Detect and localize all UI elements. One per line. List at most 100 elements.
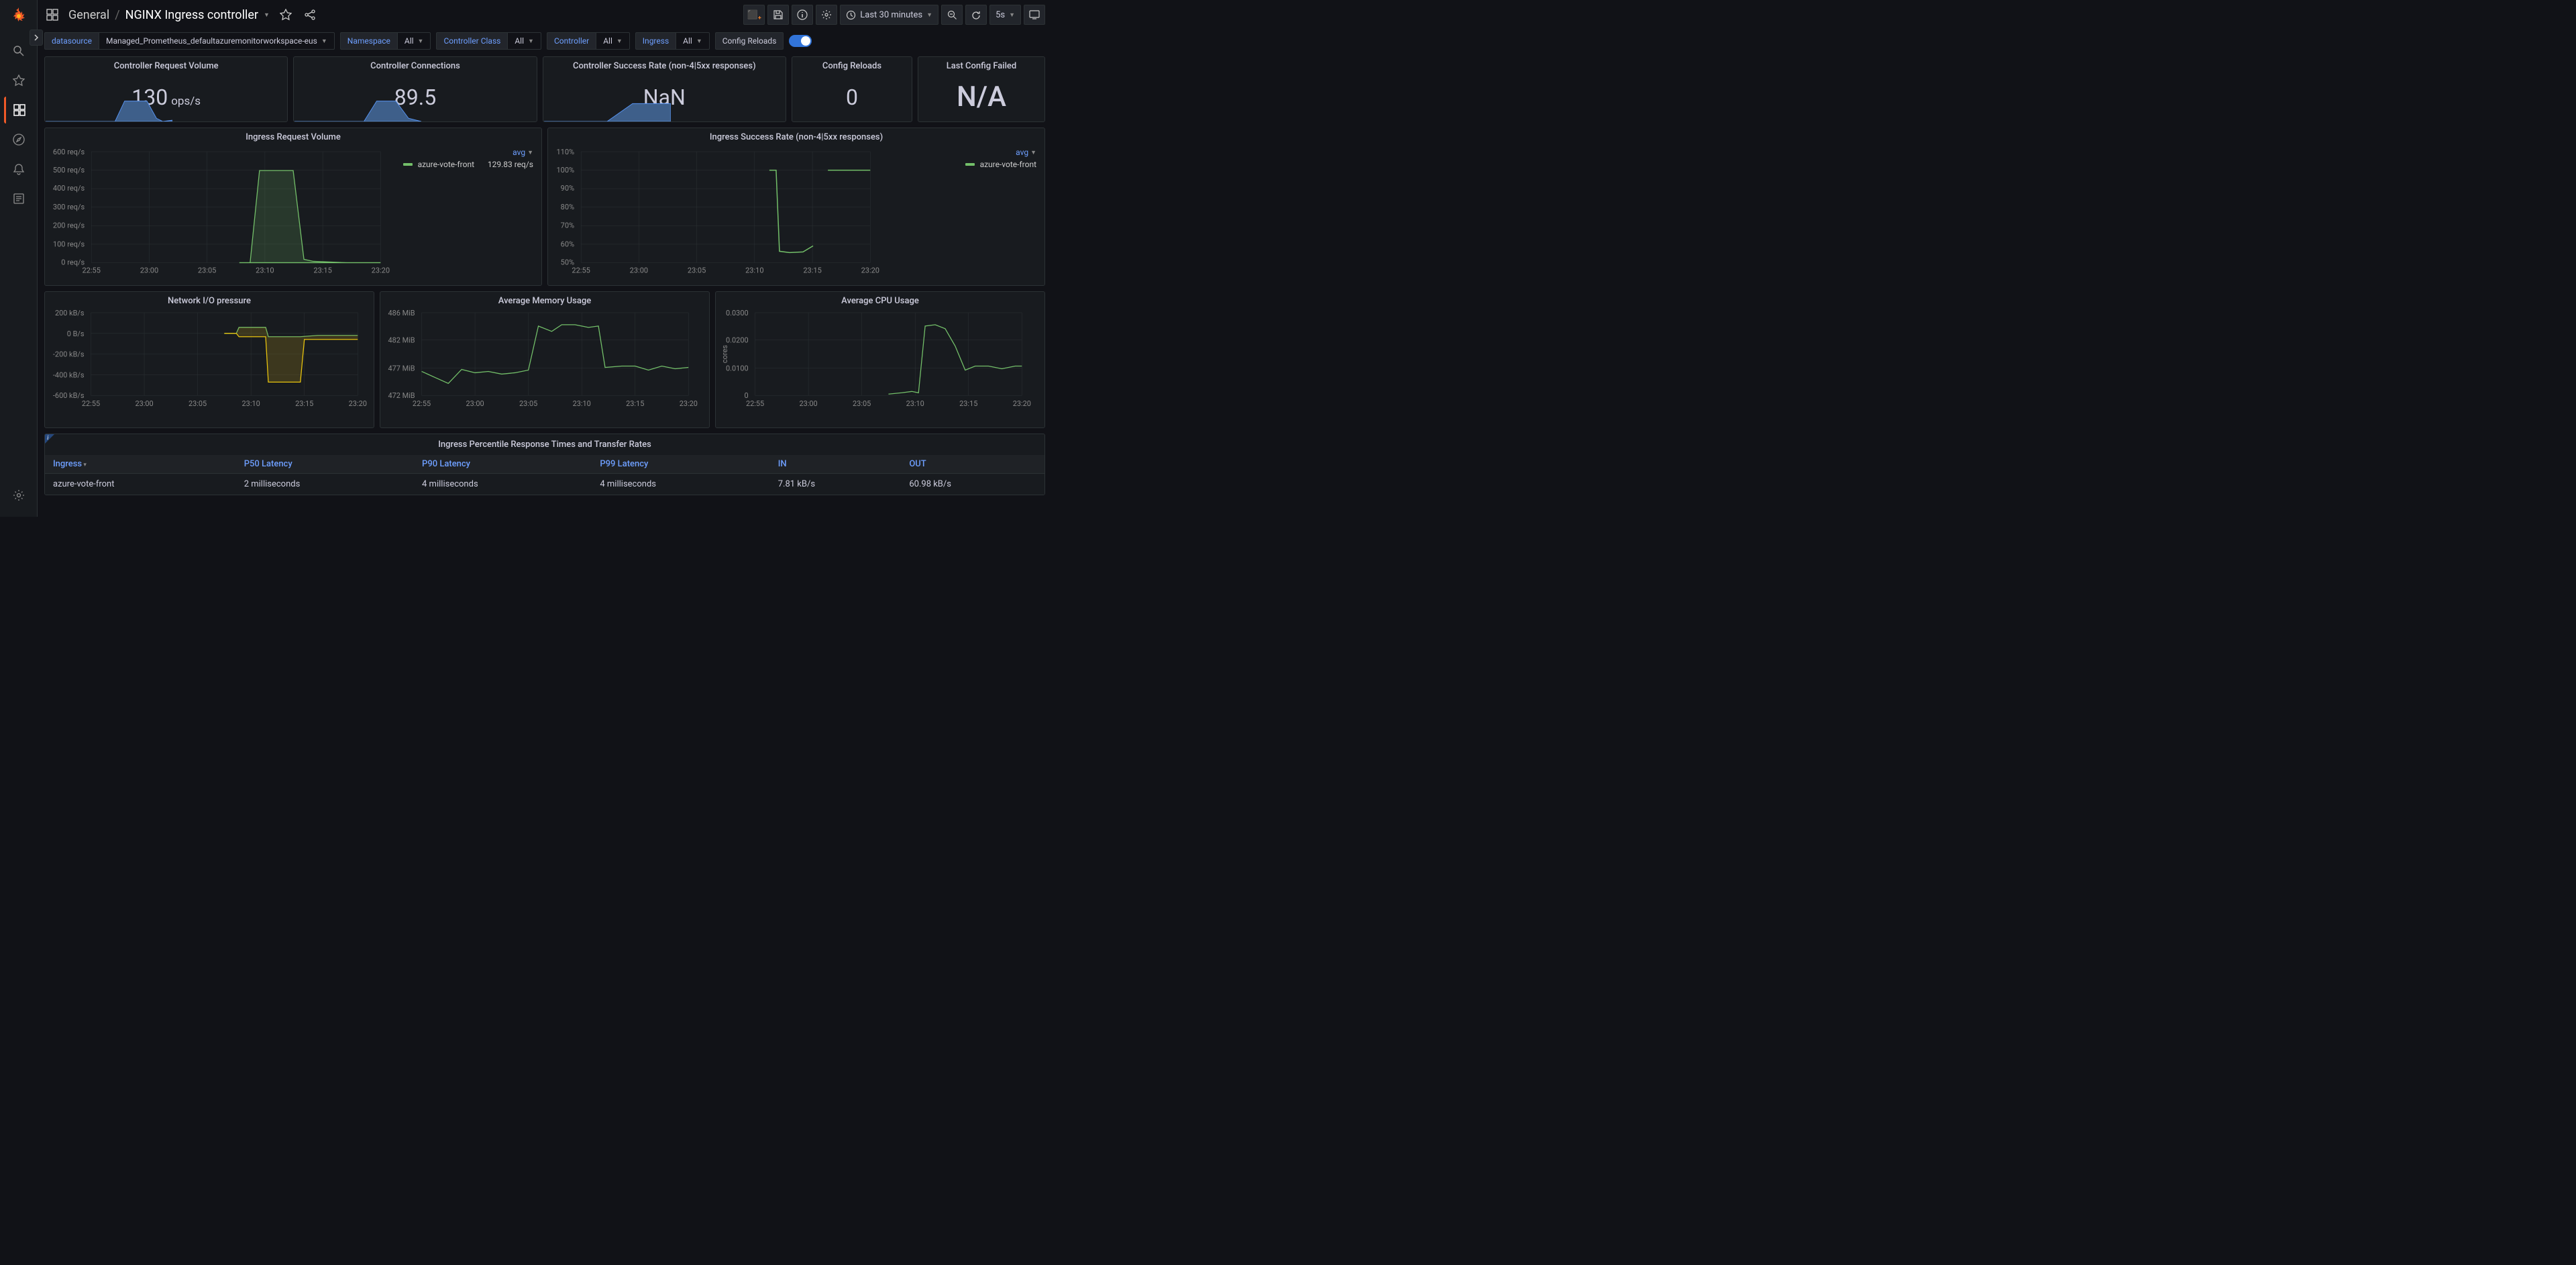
chevron-down-icon: ▼ bbox=[418, 38, 424, 45]
panel-controller-request-volume[interactable]: Controller Request Volume 130 ops/s bbox=[44, 56, 288, 122]
svg-text:80%: 80% bbox=[561, 203, 574, 211]
grafana-logo[interactable] bbox=[9, 7, 28, 26]
panel-last-config-failed[interactable]: Last Config Failed N/A bbox=[918, 56, 1045, 122]
add-panel-icon: ⬛₊ bbox=[747, 10, 761, 20]
svg-text:22:55: 22:55 bbox=[82, 266, 100, 275]
legend-swatch bbox=[965, 163, 975, 166]
nav-explore[interactable] bbox=[5, 126, 32, 153]
nav-dashboards[interactable] bbox=[4, 97, 31, 123]
svg-text:23:20: 23:20 bbox=[372, 266, 390, 275]
chevron-down-icon: ▼ bbox=[528, 38, 534, 45]
refresh-button[interactable] bbox=[965, 5, 987, 25]
legend-series-name[interactable]: azure-vote-front bbox=[418, 160, 474, 169]
svg-text:23:05: 23:05 bbox=[189, 399, 207, 408]
svg-text:22:55: 22:55 bbox=[746, 399, 764, 408]
panel-ingress-table[interactable]: i Ingress Percentile Response Times and … bbox=[44, 434, 1045, 495]
chevron-down-icon: ▼ bbox=[696, 38, 702, 45]
panel-ingress-request-volume[interactable]: Ingress Request Volume 600 req/s bbox=[44, 128, 542, 286]
legend-swatch bbox=[403, 163, 413, 166]
var-value-datasource: Managed_Prometheus_defaultazuremonitorwo… bbox=[106, 36, 317, 46]
var-select-controller[interactable]: All ▼ bbox=[596, 32, 630, 50]
nav-starred[interactable] bbox=[5, 67, 32, 94]
svg-text:23:10: 23:10 bbox=[745, 266, 763, 275]
timerange-picker[interactable]: Last 30 minutes ▼ bbox=[840, 5, 938, 25]
zoom-out-button[interactable] bbox=[941, 5, 963, 25]
th-ingress[interactable]: Ingress bbox=[45, 455, 236, 474]
svg-text:110%: 110% bbox=[556, 148, 574, 156]
panel-title: Average CPU Usage bbox=[716, 292, 1044, 307]
var-label-controller-class: Controller Class bbox=[436, 32, 507, 50]
th-p90[interactable]: P90 Latency bbox=[414, 455, 592, 474]
th-p50[interactable]: P50 Latency bbox=[236, 455, 414, 474]
nav-settings[interactable] bbox=[5, 482, 32, 509]
nav-search[interactable] bbox=[5, 38, 32, 64]
panel-title: Controller Request Volume bbox=[45, 57, 287, 72]
svg-text:cores: cores bbox=[720, 345, 729, 363]
share-icon[interactable] bbox=[302, 7, 318, 23]
breadcrumb: General / NGINX Ingress controller ▼ bbox=[68, 8, 270, 22]
var-select-ingress[interactable]: All ▼ bbox=[676, 32, 710, 50]
breadcrumb-title[interactable]: NGINX Ingress controller bbox=[125, 8, 258, 22]
svg-text:23:15: 23:15 bbox=[313, 266, 331, 275]
nav-alerting[interactable] bbox=[5, 156, 32, 183]
legend-series-name[interactable]: azure-vote-front bbox=[980, 160, 1036, 169]
svg-text:70%: 70% bbox=[561, 221, 574, 230]
th-out[interactable]: OUT bbox=[901, 455, 1044, 474]
view-mode-button[interactable] bbox=[1024, 5, 1045, 25]
breadcrumb-folder[interactable]: General bbox=[68, 8, 109, 22]
topbar: General / NGINX Ingress controller ▼ ⬛₊ bbox=[38, 0, 1052, 30]
nav-connections[interactable] bbox=[5, 185, 32, 212]
legend-sort[interactable]: avg ▼ bbox=[513, 148, 533, 157]
panel-network-io-pressure[interactable]: Network I/O pressure 200 kB/s 0 B/s -200… bbox=[44, 291, 374, 428]
panel-avg-memory[interactable]: Average Memory Usage 486 MiB 482 MiB 477… bbox=[380, 291, 710, 428]
svg-text:600 req/s: 600 req/s bbox=[53, 148, 85, 156]
svg-text:23:05: 23:05 bbox=[519, 399, 537, 408]
svg-text:0.0300: 0.0300 bbox=[726, 309, 749, 317]
panel-avg-cpu[interactable]: Average CPU Usage 0.0300 0.0200 0.0100 0… bbox=[715, 291, 1045, 428]
panel-ingress-success-rate[interactable]: Ingress Success Rate (non-4|5xx response… bbox=[547, 128, 1045, 286]
var-value-controller-class: All bbox=[515, 36, 524, 46]
svg-text:200 req/s: 200 req/s bbox=[53, 221, 85, 230]
svg-text:90%: 90% bbox=[561, 184, 574, 193]
dashboard-settings-button[interactable] bbox=[816, 5, 837, 25]
add-panel-button[interactable]: ⬛₊ bbox=[743, 5, 765, 25]
panel-title: Controller Connections bbox=[294, 57, 536, 72]
svg-text:23:20: 23:20 bbox=[680, 399, 698, 408]
svg-text:0.0200: 0.0200 bbox=[726, 336, 749, 345]
panel-config-reloads[interactable]: Config Reloads 0 bbox=[792, 56, 912, 122]
svg-text:23:05: 23:05 bbox=[853, 399, 871, 408]
stat-value: N/A bbox=[957, 81, 1006, 113]
svg-text:22:55: 22:55 bbox=[413, 399, 431, 408]
table-row[interactable]: azure-vote-front2 milliseconds4 millisec… bbox=[45, 474, 1044, 495]
svg-text:482 MiB: 482 MiB bbox=[388, 336, 415, 345]
sidebar-expand-button[interactable] bbox=[30, 30, 43, 46]
chevron-down-icon[interactable]: ▼ bbox=[264, 11, 270, 19]
svg-text:100%: 100% bbox=[556, 166, 574, 174]
config-reloads-toggle[interactable] bbox=[789, 35, 812, 47]
var-select-namespace[interactable]: All ▼ bbox=[397, 32, 431, 50]
var-select-datasource[interactable]: Managed_Prometheus_defaultazuremonitorwo… bbox=[99, 32, 335, 50]
th-p99[interactable]: P99 Latency bbox=[592, 455, 769, 474]
timerange-label: Last 30 minutes bbox=[860, 10, 922, 20]
svg-text:200 kB/s: 200 kB/s bbox=[55, 309, 85, 317]
legend-sort[interactable]: avg ▼ bbox=[1016, 148, 1036, 157]
star-icon[interactable] bbox=[278, 7, 294, 23]
refresh-interval-picker[interactable]: 5s ▼ bbox=[989, 5, 1021, 25]
svg-text:23:05: 23:05 bbox=[198, 266, 216, 275]
var-select-controller-class[interactable]: All ▼ bbox=[507, 32, 541, 50]
svg-text:477 MiB: 477 MiB bbox=[388, 364, 415, 372]
var-value-controller: All bbox=[603, 36, 612, 46]
chevron-down-icon: ▼ bbox=[616, 38, 623, 45]
var-label-namespace: Namespace bbox=[340, 32, 397, 50]
svg-text:23:15: 23:15 bbox=[803, 266, 821, 275]
dashboards-icon[interactable] bbox=[44, 7, 60, 23]
svg-text:23:10: 23:10 bbox=[906, 399, 924, 408]
th-in[interactable]: IN bbox=[770, 455, 902, 474]
save-button[interactable] bbox=[767, 5, 789, 25]
panel-controller-success-rate[interactable]: Controller Success Rate (non-4|5xx respo… bbox=[543, 56, 786, 122]
svg-text:-400 kB/s: -400 kB/s bbox=[53, 370, 85, 379]
panel-title: Ingress Percentile Response Times and Tr… bbox=[438, 440, 651, 450]
panel-controller-connections[interactable]: Controller Connections 89.5 bbox=[293, 56, 537, 122]
dashboard-insights-button[interactable] bbox=[792, 5, 813, 25]
table-cell: 4 milliseconds bbox=[414, 474, 592, 495]
